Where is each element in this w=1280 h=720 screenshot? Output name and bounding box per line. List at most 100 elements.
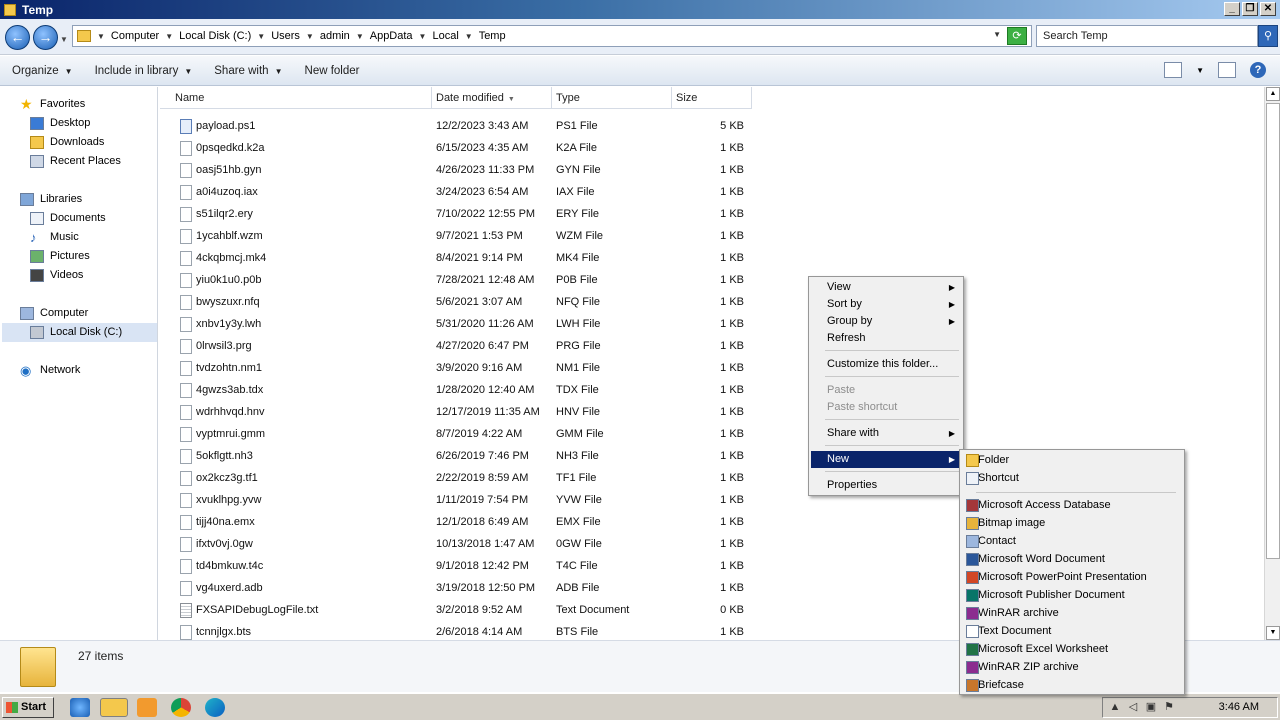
start-button[interactable]: Start xyxy=(2,697,54,718)
chrome-icon[interactable] xyxy=(171,698,191,717)
network-tray-icon[interactable]: ▣ xyxy=(1145,701,1157,714)
breadcrumb-admin[interactable]: admin xyxy=(320,30,350,42)
file-row[interactable]: 4ckqbmcj.mk4 8/4/2021 9:14 PM MK4 File 1 KB xyxy=(160,247,760,269)
windows-explorer-icon[interactable] xyxy=(100,698,128,717)
back-button[interactable]: ← xyxy=(5,25,30,50)
file-row[interactable]: wdrhhvqd.hnv 12/17/2019 11:35 AM HNV File 1… xyxy=(160,401,760,423)
menu-item-new-publisher[interactable]: Microsoft Publisher Document xyxy=(962,587,1182,604)
file-row[interactable]: 0lrwsil3.prg 4/27/2020 6:47 PM PRG File 1 K… xyxy=(160,335,760,357)
chevron-down-icon[interactable]: ▼ xyxy=(356,32,364,41)
nav-computer[interactable]: Computer xyxy=(20,304,88,322)
breadcrumb-local[interactable]: Local xyxy=(432,30,458,42)
scroll-thumb[interactable] xyxy=(1266,103,1280,559)
scroll-down-icon[interactable]: ▼ xyxy=(1266,626,1280,640)
file-row[interactable]: vg4uxerd.adb 3/19/2018 12:50 PM ADB File 1 … xyxy=(160,577,760,599)
file-row[interactable]: tvdzohtn.nm1 3/9/2020 9:16 AM NM1 File 1 KB xyxy=(160,357,760,379)
nav-recent-places[interactable]: Recent Places xyxy=(30,152,121,170)
file-row[interactable]: FXSAPIDebugLogFile.txt 3/2/2018 9:52 AM Te… xyxy=(160,599,760,621)
minimize-button[interactable]: _ xyxy=(1224,2,1240,16)
nav-pictures[interactable]: Pictures xyxy=(30,247,90,265)
chevron-down-icon[interactable]: ▼ xyxy=(257,32,265,41)
file-row[interactable]: td4bmkuw.t4c 9/1/2018 12:42 PM T4C File 1 K… xyxy=(160,555,760,577)
address-history-dropdown-icon[interactable]: ▼ xyxy=(993,30,1001,39)
menu-item-view[interactable]: View ▶ xyxy=(811,279,961,296)
menu-item-customize-folder[interactable]: Customize this folder... xyxy=(811,356,961,373)
menu-item-new-winrar-zip[interactable]: WinRAR ZIP archive xyxy=(962,659,1182,676)
action-center-icon[interactable]: ⚑ xyxy=(1163,701,1175,714)
recent-pages-dropdown-icon[interactable]: ▼ xyxy=(60,35,68,44)
file-row[interactable]: s51ilqr2.ery 7/10/2022 12:55 PM ERY File 1 … xyxy=(160,203,760,225)
file-row[interactable]: oasj51hb.gyn 4/26/2023 11:33 PM GYN File 1 … xyxy=(160,159,760,181)
file-row[interactable]: ox2kcz3g.tf1 2/22/2019 8:59 AM TF1 File 1 K… xyxy=(160,467,760,489)
chevron-down-icon[interactable]: ▼ xyxy=(1196,66,1204,75)
menu-item-new-access-database[interactable]: Microsoft Access Database xyxy=(962,497,1182,514)
file-row[interactable]: 5okflgtt.nh3 6/26/2019 7:46 PM NH3 File 1 K… xyxy=(160,445,760,467)
address-bar[interactable]: ▼ Computer ▼ Local Disk (C:) ▼ Users ▼ a… xyxy=(72,25,1032,47)
chevron-down-icon[interactable]: ▼ xyxy=(306,32,314,41)
preview-pane-icon[interactable] xyxy=(1218,62,1236,78)
file-row[interactable]: 1ycahblf.wzm 9/7/2021 1:53 PM WZM File 1 KB xyxy=(160,225,760,247)
menu-item-new-briefcase[interactable]: Briefcase xyxy=(962,677,1182,694)
nav-videos[interactable]: Videos xyxy=(30,266,83,284)
chevron-down-icon[interactable]: ▼ xyxy=(97,32,105,41)
breadcrumb-appdata[interactable]: AppData xyxy=(370,30,413,42)
nav-libraries[interactable]: Libraries xyxy=(20,190,82,208)
nav-downloads[interactable]: Downloads xyxy=(30,133,104,151)
chevron-up-icon[interactable]: ▲ xyxy=(1109,701,1121,714)
file-row[interactable]: payload.ps1 12/2/2023 3:43 AM PS1 File 5 KB xyxy=(160,115,760,137)
menu-item-new-folder[interactable]: Folder xyxy=(962,452,1182,469)
file-row[interactable]: xnbv1y3y.lwh 5/31/2020 11:26 AM LWH File 1 … xyxy=(160,313,760,335)
file-row[interactable]: yiu0k1u0.p0b 7/28/2021 12:48 AM P0B File 1 … xyxy=(160,269,760,291)
file-row[interactable]: 0psqedkd.k2a 6/15/2023 4:35 AM K2A File 1 K… xyxy=(160,137,760,159)
vertical-scrollbar[interactable]: ▲ ▼ xyxy=(1264,87,1280,640)
breadcrumb-users[interactable]: Users xyxy=(271,30,300,42)
scroll-up-icon[interactable]: ▲ xyxy=(1266,87,1280,101)
edge-icon[interactable] xyxy=(205,698,225,717)
nav-desktop[interactable]: Desktop xyxy=(30,114,90,132)
include-in-library-button[interactable]: Include in library ▼ xyxy=(95,65,193,77)
file-row[interactable]: a0i4uzoq.iax 3/24/2023 6:54 AM IAX File 1 K… xyxy=(160,181,760,203)
menu-item-new-word-document[interactable]: Microsoft Word Document xyxy=(962,551,1182,568)
menu-item-new-text-document[interactable]: Text Document xyxy=(962,623,1182,640)
volume-icon[interactable]: ◁ xyxy=(1127,701,1139,714)
file-row[interactable]: tijj40na.emx 12/1/2018 6:49 AM EMX File 1 K… xyxy=(160,511,760,533)
window-title-bar[interactable]: Temp _ ❐ ✕ xyxy=(0,0,1280,19)
menu-item-new[interactable]: New ▶ xyxy=(811,451,961,468)
file-row[interactable]: ifxtv0vj.0gw 10/13/2018 1:47 AM 0GW File 1 … xyxy=(160,533,760,555)
file-row[interactable]: 4gwzs3ab.tdx 1/28/2020 12:40 AM TDX File 1 … xyxy=(160,379,760,401)
close-button[interactable]: ✕ xyxy=(1260,2,1276,16)
nav-local-disk[interactable]: Local Disk (C:) xyxy=(30,323,122,341)
chevron-down-icon[interactable]: ▼ xyxy=(419,32,427,41)
internet-explorer-icon[interactable] xyxy=(70,698,90,717)
clock[interactable]: 3:46 AM xyxy=(1219,701,1259,713)
search-input[interactable]: Search Temp xyxy=(1036,25,1258,47)
column-header-date[interactable]: Date modified ▼ xyxy=(432,87,552,109)
menu-item-new-shortcut[interactable]: Shortcut xyxy=(962,470,1182,487)
menu-item-new-excel[interactable]: Microsoft Excel Worksheet xyxy=(962,641,1182,658)
menu-item-properties[interactable]: Properties xyxy=(811,477,961,494)
column-header-size[interactable]: Size xyxy=(672,87,752,109)
breadcrumb-temp[interactable]: Temp xyxy=(479,30,506,42)
breadcrumb-local-disk[interactable]: Local Disk (C:) xyxy=(179,30,251,42)
menu-item-refresh[interactable]: Refresh xyxy=(811,330,961,347)
nav-favorites[interactable]: ★ Favorites xyxy=(20,95,85,113)
menu-item-new-contact[interactable]: Contact xyxy=(962,533,1182,550)
file-row[interactable]: bwyszuxr.nfq 5/6/2021 3:07 AM NFQ File 1 KB xyxy=(160,291,760,313)
media-player-icon[interactable] xyxy=(137,698,157,717)
nav-network[interactable]: ◉ Network xyxy=(20,361,80,379)
column-header-name[interactable]: Name xyxy=(160,87,432,109)
new-folder-button[interactable]: New folder xyxy=(305,65,360,77)
search-icon[interactable]: ⚲ xyxy=(1258,25,1278,47)
menu-item-share-with[interactable]: Share with ▶ xyxy=(811,425,961,442)
chevron-down-icon[interactable]: ▼ xyxy=(465,32,473,41)
file-row[interactable]: xvuklhpg.yvw 1/11/2019 7:54 PM YVW File 1 K… xyxy=(160,489,760,511)
column-header-type[interactable]: Type xyxy=(552,87,672,109)
menu-item-new-winrar-archive[interactable]: WinRAR archive xyxy=(962,605,1182,622)
organize-button[interactable]: Organize ▼ xyxy=(12,65,73,77)
restore-button[interactable]: ❐ xyxy=(1242,2,1258,16)
menu-item-group-by[interactable]: Group by ▶ xyxy=(811,313,961,330)
change-view-icon[interactable] xyxy=(1164,62,1183,78)
breadcrumb-computer[interactable]: Computer xyxy=(111,30,159,42)
file-row[interactable]: vyptmrui.gmm 8/7/2019 4:22 AM GMM File 1 KB xyxy=(160,423,760,445)
chevron-down-icon[interactable]: ▼ xyxy=(165,32,173,41)
